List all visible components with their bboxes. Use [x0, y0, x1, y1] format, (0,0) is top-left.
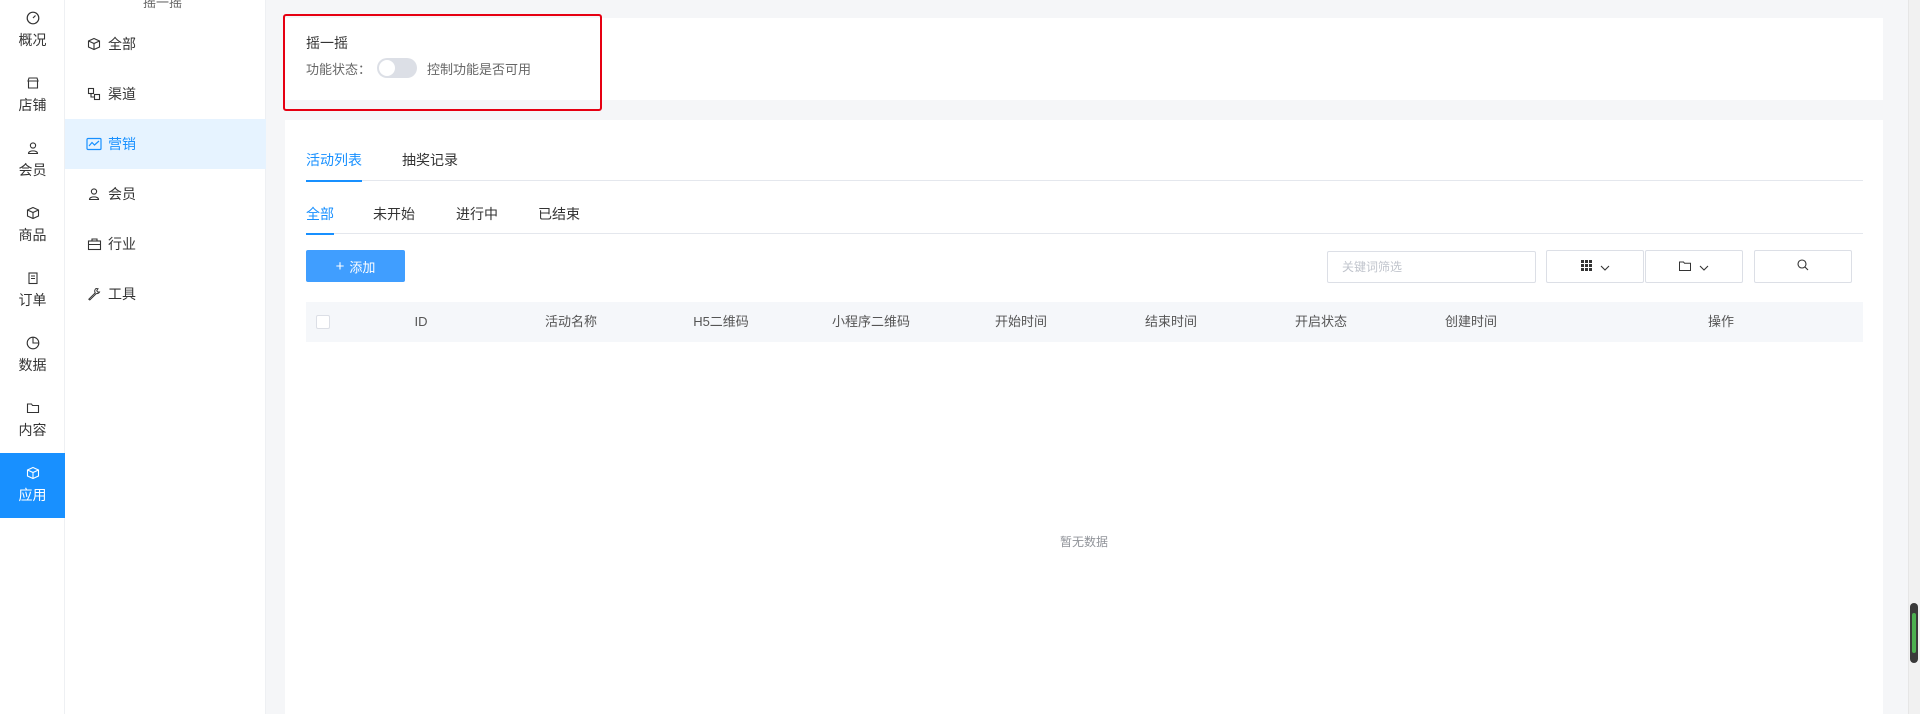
store-icon — [26, 76, 40, 90]
rail-item-label: 会员 — [18, 162, 47, 178]
submenu-item-tools[interactable]: 工具 — [65, 269, 266, 319]
user-icon — [26, 141, 40, 155]
rail-item-label: 店铺 — [18, 97, 47, 113]
feature-title: 摇一摇 — [306, 35, 348, 51]
table-header: ID 活动名称 H5二维码 小程序二维码 开始时间 结束时间 开启状态 创建时间… — [306, 302, 1863, 342]
submenu-item-channel[interactable]: 渠道 — [65, 69, 266, 119]
rail-item-label: 内容 — [18, 422, 47, 438]
tab-status-not-started[interactable]: 未开始 — [373, 204, 415, 234]
rail-item-label: 商品 — [18, 227, 47, 243]
member-icon — [86, 186, 102, 202]
chevron-down-icon — [1600, 258, 1610, 276]
add-button[interactable]: + 添加 — [306, 250, 405, 282]
rail-item-content[interactable]: 内容 — [0, 388, 65, 453]
submenu-item-member[interactable]: 会员 — [65, 169, 266, 219]
add-button-label: 添加 — [349, 259, 376, 275]
rail-item-label: 应用 — [18, 487, 47, 503]
rail-item-overview[interactable]: 概况 — [0, 0, 65, 63]
column-header-name: 活动名称 — [544, 314, 597, 329]
search-icon — [1797, 258, 1809, 276]
main-nav-rail: 概况 店铺 会员 商品 订单 数据 内容 应用 — [0, 0, 65, 714]
rail-item-data[interactable]: 数据 — [0, 323, 65, 388]
primary-tabs: 活动列表 抽奖记录 — [306, 150, 1863, 182]
column-header-start-time: 开始时间 — [994, 314, 1047, 329]
rail-item-label: 订单 — [18, 292, 47, 308]
empty-state-text: 暂无数据 — [1060, 535, 1109, 549]
tab-status-all[interactable]: 全部 — [306, 204, 334, 235]
tab-lottery-records[interactable]: 抽奖记录 — [402, 150, 458, 181]
plus-icon: + — [335, 257, 345, 275]
feature-status-row: 功能状态： 控制功能是否可用 — [306, 58, 531, 78]
industry-icon — [86, 236, 102, 252]
submenu-item-label: 营销 — [108, 136, 136, 152]
submenu-item-label: 会员 — [108, 186, 136, 202]
scrollbar-indicator — [1912, 613, 1916, 653]
select-all-checkbox[interactable] — [316, 315, 330, 329]
marketing-icon — [86, 136, 102, 152]
status-label: 功能状态： — [306, 61, 372, 77]
column-header-created-time: 创建时间 — [1444, 314, 1497, 329]
app-icon — [26, 466, 40, 480]
rail-item-members[interactable]: 会员 — [0, 128, 65, 193]
export-dropdown-button[interactable] — [1645, 250, 1743, 283]
rail-item-label: 数据 — [18, 357, 47, 373]
submenu-item-all[interactable]: 全部 — [65, 19, 266, 69]
channel-icon — [86, 86, 102, 102]
rail-item-store[interactable]: 店铺 — [0, 63, 65, 128]
column-header-enabled: 开启状态 — [1294, 314, 1347, 329]
submenu-item-industry[interactable]: 行业 — [65, 219, 266, 269]
submenu-item-label: 全部 — [108, 36, 136, 52]
folder-icon — [26, 401, 40, 415]
tab-activity-list[interactable]: 活动列表 — [306, 150, 362, 182]
rail-item-label: 概况 — [18, 32, 47, 48]
cube-icon — [86, 36, 102, 52]
submenu-item-label: 行业 — [108, 236, 136, 252]
column-header-id: ID — [414, 314, 428, 329]
feature-toggle[interactable] — [377, 58, 418, 78]
column-settings-button[interactable] — [1546, 250, 1644, 283]
submenu-item-label: 渠道 — [108, 86, 136, 102]
folder-icon — [1679, 258, 1691, 276]
tab-status-in-progress[interactable]: 进行中 — [456, 204, 498, 234]
rail-item-products[interactable]: 商品 — [0, 193, 65, 258]
tab-status-ended[interactable]: 已结束 — [538, 204, 580, 234]
column-header-actions: 操作 — [1707, 314, 1734, 329]
wrench-icon — [86, 286, 102, 302]
submenu-item-label: 工具 — [108, 286, 136, 302]
column-header-end-time: 结束时间 — [1144, 314, 1197, 329]
search-button[interactable] — [1754, 250, 1852, 283]
app-submenu: 摇一摇 全部 渠道 营销 会员 行业 工具 — [65, 0, 266, 714]
box-icon — [26, 206, 40, 220]
status-tabs: 全部 未开始 进行中 已结束 — [306, 204, 1863, 235]
chevron-down-icon — [1699, 258, 1709, 276]
dashboard-icon — [26, 11, 40, 25]
status-hint: 控制功能是否可用 — [427, 61, 532, 77]
keyword-filter-input[interactable] — [1327, 251, 1536, 283]
column-header-h5-qrcode: H5二维码 — [693, 314, 749, 329]
grid-icon — [1580, 258, 1592, 276]
chart-icon — [26, 336, 40, 350]
rail-item-orders[interactable]: 订单 — [0, 258, 65, 323]
rail-item-apps[interactable]: 应用 — [0, 453, 65, 518]
column-header-miniprogram-qrcode: 小程序二维码 — [831, 314, 910, 329]
order-icon — [26, 271, 40, 285]
submenu-top-text: 摇一摇 — [143, 0, 183, 10]
submenu-item-marketing[interactable]: 营销 — [65, 119, 266, 169]
